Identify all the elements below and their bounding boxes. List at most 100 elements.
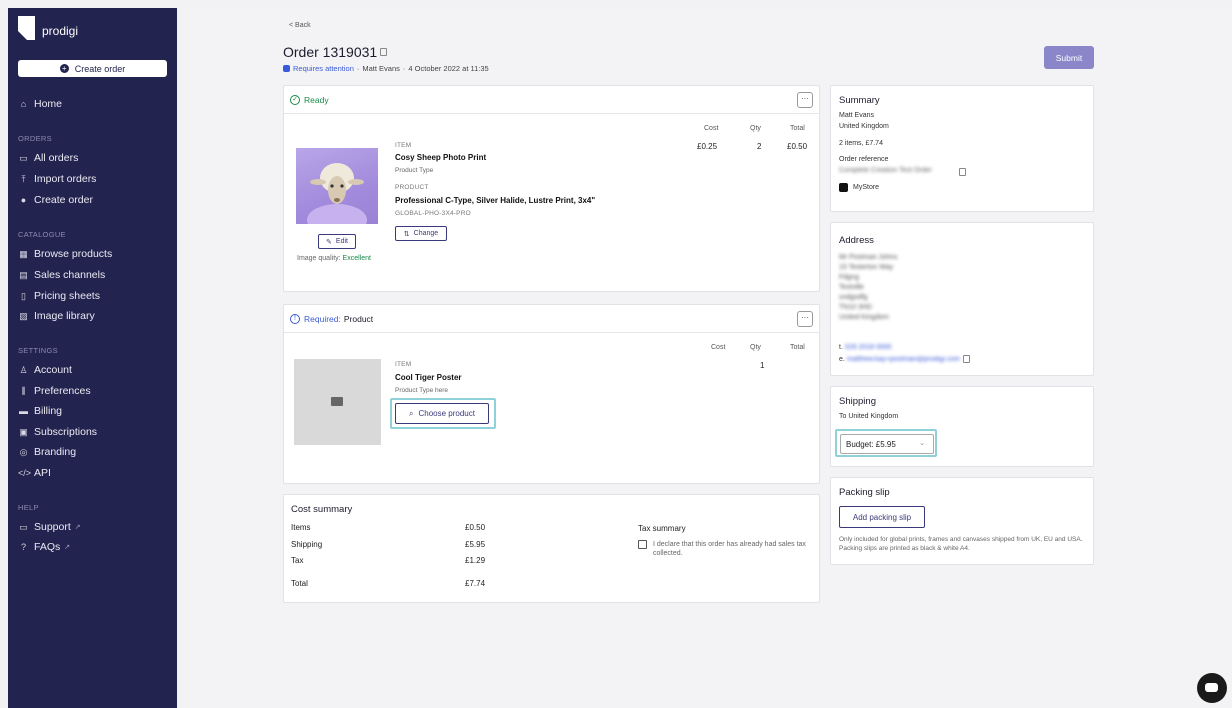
address-line: Mr Postman Johns [839, 254, 898, 261]
sidebar-item-label: All orders [34, 152, 79, 164]
phone-label: t. [839, 344, 843, 351]
tax-declare-label: I declare that this order has already ha… [653, 541, 806, 557]
upload-icon: ⤒ [21, 173, 26, 184]
shipping-value: £5.95 [465, 540, 486, 549]
chat-icon: ▭ [19, 521, 28, 532]
logo-mark-icon [18, 16, 35, 40]
sidebar-item-billing[interactable]: ▬ Billing [18, 405, 62, 417]
col-cost: Cost [711, 344, 726, 351]
section-settings: SETTINGS [18, 346, 58, 355]
total-value: £7.74 [465, 579, 486, 588]
sidebar-item-api[interactable]: </> API [18, 467, 51, 479]
change-product-button[interactable]: ⇅ Change [395, 226, 447, 241]
sidebar-item-support[interactable]: ▭ Support ↗ [18, 521, 80, 533]
tax-summary-title: Tax summary [638, 524, 686, 533]
shipping-method-select[interactable]: Budget: £5.95 ⌄ [840, 434, 934, 454]
email-label: e. [839, 355, 845, 363]
item-qty: 2 [757, 142, 762, 151]
sidebar-item-preferences[interactable]: ⫼ Preferences [18, 385, 90, 397]
sidebar-item-label: Sales channels [34, 269, 106, 281]
card-header: ! Required: Product ··· [284, 305, 819, 333]
add-packing-slip-button[interactable]: Add packing slip [839, 506, 925, 528]
section-orders: ORDERS [18, 134, 52, 143]
back-link[interactable]: < Back [289, 22, 311, 29]
more-options-button[interactable]: ··· [797, 311, 813, 327]
card-header: ✓ Ready ··· [284, 86, 819, 114]
required-field: Product [343, 313, 374, 324]
product-image[interactable] [296, 148, 378, 224]
sidebar-item-browse-products[interactable]: ▦ Browse products [18, 248, 112, 260]
chat-widget-button[interactable] [1197, 673, 1227, 703]
status-badge: Requires attention [293, 64, 354, 73]
order-title: Order 1319031 [283, 44, 378, 60]
sidebar-item-faqs[interactable]: ? FAQs ↗ [18, 541, 70, 553]
item-qty: 1 [760, 361, 765, 370]
search-icon: ⌕ [409, 408, 414, 418]
sidebar-item-pricing-sheets[interactable]: ▯ Pricing sheets [18, 290, 100, 302]
sidebar-item-label: Image library [34, 310, 95, 322]
sidebar-item-label: API [34, 467, 51, 479]
sidebar-item-branding[interactable]: ◎ Branding [18, 446, 76, 458]
cost-summary-card: Cost summary Items £0.50 Shipping £5.95 … [283, 494, 820, 603]
sidebar-item-label: Import orders [34, 173, 97, 185]
sidebar-item-label: Support [34, 521, 71, 533]
copy-icon[interactable] [959, 168, 966, 176]
submit-button[interactable]: Submit [1044, 46, 1094, 69]
prodigi-logo[interactable]: prodigi [18, 16, 78, 40]
inbox-icon: ▭ [19, 152, 28, 163]
col-cost: Cost [704, 125, 719, 132]
sheep-illustration [307, 163, 367, 224]
sidebar-item-sales-channels[interactable]: ▤ Sales channels [18, 269, 105, 281]
address-line: TN10 3HD [839, 304, 873, 311]
shipping-select-highlight: Budget: £5.95 ⌄ [835, 429, 937, 457]
store-row: MyStore [839, 183, 879, 192]
main-content: < Back Order 1319031 Requires attention … [177, 8, 1232, 708]
image-placeholder[interactable] [294, 359, 381, 445]
choose-product-button[interactable]: ⌕ Choose product [395, 403, 489, 424]
col-qty: Qty [750, 125, 761, 132]
sidebar-item-subscriptions[interactable]: ▣ Subscriptions [18, 426, 97, 438]
email-value[interactable]: matthew.kay+postman@prodigi.com [847, 356, 960, 363]
edit-image-button[interactable]: ✎ Edit [318, 234, 356, 249]
address-line: Fdgng [839, 274, 859, 281]
summary-title: Summary [839, 95, 880, 106]
tax-declare-checkbox[interactable] [638, 540, 647, 549]
items-label: Items [291, 523, 311, 532]
copy-icon[interactable] [962, 355, 970, 363]
address-line: sndgsdfg [839, 294, 868, 301]
phone-row: t. 029 2018 0000 [839, 344, 892, 351]
item-total: £0.50 [787, 142, 808, 151]
item-label: ITEM [395, 142, 412, 149]
status-icon [283, 65, 290, 72]
swap-icon: ⇅ [403, 230, 410, 238]
shipping-selected-value: Budget: £5.95 [846, 439, 896, 449]
alert-circle-icon: ! [290, 313, 300, 324]
sidebar-item-image-library[interactable]: ▨ Image library [18, 310, 95, 322]
phone-value[interactable]: 029 2018 0000 [845, 344, 892, 351]
sidebar-item-label: Account [34, 364, 72, 376]
summary-card: Summary Matt Evans United Kingdom 2 item… [830, 85, 1094, 212]
choose-product-label: Choose product [418, 409, 475, 418]
sidebar-item-account[interactable]: ♙ Account [18, 364, 72, 376]
item-cost: £0.25 [697, 142, 718, 151]
order-item-card: ✓ Ready ··· Cost Qty Total ✎ Edit Image … [283, 85, 820, 292]
plus-icon: + [59, 64, 69, 73]
order-ref-label: Order reference [839, 156, 889, 163]
order-date: 4 October 2022 at 11:35 [408, 64, 489, 73]
create-order-button[interactable]: + Create order [18, 60, 167, 77]
address-card: Address Mr Postman Johns 15 Testerton Wa… [830, 222, 1094, 376]
product-type: Product Type here [395, 387, 448, 394]
copy-icon[interactable] [380, 48, 388, 56]
sidebar-item-create-order[interactable]: ● Create order [18, 194, 93, 206]
order-item-card-required: ! Required: Product ··· Cost Qty Total I… [283, 304, 820, 484]
sidebar-item-label: Billing [34, 405, 63, 417]
item-status: Ready [304, 94, 329, 105]
sidebar-item-home[interactable]: ⌂ Home [18, 98, 62, 110]
sidebar-item-import-orders[interactable]: ⤒ Import orders [18, 173, 97, 185]
image-icon [331, 397, 343, 406]
store-icon: ▤ [19, 269, 28, 280]
sidebar-item-all-orders[interactable]: ▭ All orders [18, 152, 78, 164]
more-options-button[interactable]: ··· [797, 92, 813, 108]
image-quality-label: Image quality: [297, 255, 341, 262]
product-label: PRODUCT [395, 184, 429, 191]
